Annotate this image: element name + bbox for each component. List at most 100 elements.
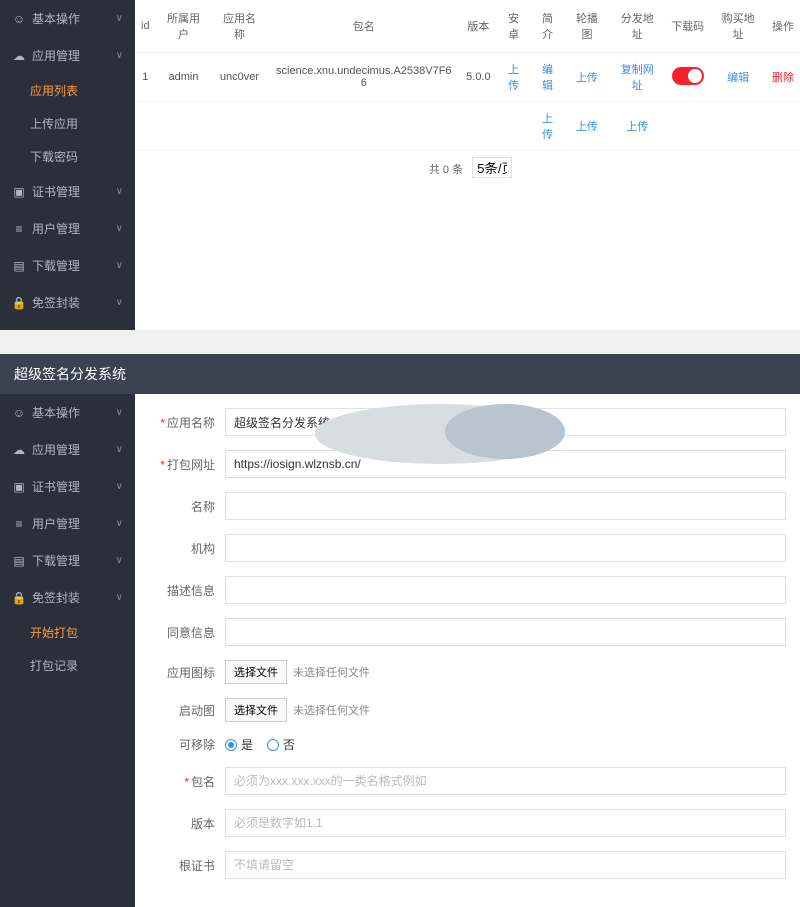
edit-intro-link[interactable]: 编辑	[542, 64, 553, 92]
chevron-down-icon: ∨	[116, 223, 123, 234]
file-hint-splash: 未选择任何文件	[293, 702, 370, 718]
panel2-header: 超级签名分发系统	[0, 354, 800, 394]
input-org[interactable]	[225, 534, 786, 562]
sidebar-item-user2[interactable]: ≡ 用户管理 ∨	[0, 505, 135, 542]
download-toggle[interactable]	[672, 67, 704, 85]
sidebar-item-label: 用户管理	[32, 220, 80, 237]
choose-file-icon-button[interactable]: 选择文件	[225, 660, 287, 684]
redaction-blob2	[445, 404, 565, 459]
download-icon: ▤	[12, 554, 26, 568]
sidebar-item-label: 证书管理	[32, 183, 80, 200]
cert-icon: ▣	[12, 185, 26, 199]
pager-size-input[interactable]	[472, 157, 512, 178]
sidebar-panel1: ☺ 基本操作 ∨ ☁ 应用管理 ∨ 应用列表 上传应用 下载密码 ▣ 证书管理 …	[0, 0, 135, 330]
radio-no[interactable]: 否	[267, 736, 295, 753]
table-content: id 所属用户 应用名称 包名 版本 安卓 简介 轮播图 分发地址 下载码 购买…	[135, 0, 800, 330]
file-hint-icon: 未选择任何文件	[293, 664, 370, 680]
pager-total: 共 0 条	[429, 164, 463, 176]
sidebar-item-basic2[interactable]: ☺ 基本操作 ∨	[0, 394, 135, 431]
extra-upload2[interactable]: 上传	[576, 121, 598, 133]
th-pkg: 包名	[267, 0, 460, 53]
input-name[interactable]	[225, 492, 786, 520]
list-icon: ≡	[12, 517, 26, 531]
th-ver: 版本	[460, 0, 496, 53]
chevron-down-icon: ∨	[116, 13, 123, 24]
sidebar-item-label: 应用管理	[32, 441, 80, 458]
sidebar-item-cert[interactable]: ▣ 证书管理 ∨	[0, 173, 135, 210]
chevron-down-icon: ∨	[116, 260, 123, 271]
sidebar-item-label: 免签封装	[32, 589, 80, 606]
list-icon: ≡	[12, 222, 26, 236]
radio-dot-icon	[267, 739, 279, 751]
delete-link[interactable]: 删除	[772, 72, 794, 84]
choose-file-splash-button[interactable]: 选择文件	[225, 698, 287, 722]
chevron-down-icon: ∨	[116, 186, 123, 197]
th-appname: 应用名称	[211, 0, 267, 53]
chevron-down-icon: ∨	[116, 444, 123, 455]
th-ops: 操作	[766, 0, 800, 53]
user-icon: ☺	[12, 12, 26, 26]
sidebar-item-sign2[interactable]: 🔒 免签封装 ∨	[0, 579, 135, 616]
label-splash: 启动图	[155, 702, 215, 719]
sidebar-item-label: 下载管理	[32, 552, 80, 569]
download-icon: ▤	[12, 259, 26, 273]
sidebar-item-basic[interactable]: ☺ 基本操作 ∨	[0, 0, 135, 37]
copy-dist-link[interactable]: 复制网址	[621, 64, 654, 92]
label-appicon: 应用图标	[155, 664, 215, 681]
sidebar-sub-startpack[interactable]: 开始打包	[0, 616, 135, 649]
sidebar-item-dl[interactable]: ▤ 下载管理 ∨	[0, 247, 135, 284]
user-icon: ☺	[12, 406, 26, 420]
pager: 共 0 条	[135, 151, 800, 184]
form-content: *应用名称 *打包网址 名称 机构 描述信息 同意信息 应用图标 选择文件 未选…	[135, 394, 800, 907]
input-pkg[interactable]	[225, 767, 786, 795]
input-cert[interactable]	[225, 851, 786, 879]
sidebar-item-label: 证书管理	[32, 478, 80, 495]
upload-android-link[interactable]: 上传	[508, 64, 519, 92]
sidebar-sub-applist[interactable]: 应用列表	[0, 74, 135, 107]
label-cert: 根证书	[155, 857, 215, 874]
th-user: 所属用户	[156, 0, 212, 53]
sidebar-item-label: 应用管理	[32, 47, 80, 64]
chevron-down-icon: ∨	[116, 50, 123, 61]
th-carousel: 轮播图	[565, 0, 610, 53]
input-agree[interactable]	[225, 618, 786, 646]
sidebar-item-sign[interactable]: 🔒 免签封装 ∨	[0, 284, 135, 321]
th-buy: 购买地址	[710, 0, 766, 53]
sidebar-item-label: 基本操作	[32, 404, 80, 421]
label-version: 版本	[155, 815, 215, 832]
sidebar-item-label: 下载管理	[32, 257, 80, 274]
label-appname: *应用名称	[155, 414, 215, 431]
input-version[interactable]	[225, 809, 786, 837]
radio-yes[interactable]: 是	[225, 736, 253, 753]
label-packurl: *打包网址	[155, 456, 215, 473]
upload-carousel-link[interactable]: 上传	[576, 72, 598, 84]
sidebar-item-app[interactable]: ☁ 应用管理 ∨	[0, 37, 135, 74]
label-desc: 描述信息	[155, 582, 215, 599]
sidebar-sub-upload[interactable]: 上传应用	[0, 107, 135, 140]
label-org: 机构	[155, 540, 215, 557]
extra-upload1[interactable]: 上传	[542, 113, 553, 141]
cloud-icon: ☁	[12, 443, 26, 457]
extra-upload3[interactable]: 上传	[626, 121, 648, 133]
radio-dot-icon	[225, 739, 237, 751]
cell-ver: 5.0.0	[460, 53, 496, 102]
sidebar-sub-dlpwd[interactable]: 下载密码	[0, 140, 135, 173]
input-desc[interactable]	[225, 576, 786, 604]
table-row: 1 admin unc0ver science.xnu.undecimus.A2…	[135, 53, 800, 102]
sidebar-item-label: 用户管理	[32, 515, 80, 532]
label-pkg: *包名	[155, 773, 215, 790]
sidebar-item-label: 基本操作	[32, 10, 80, 27]
chevron-down-icon: ∨	[116, 407, 123, 418]
sidebar-item-dl2[interactable]: ▤ 下载管理 ∨	[0, 542, 135, 579]
label-name: 名称	[155, 498, 215, 515]
edit-buy-link[interactable]: 编辑	[727, 72, 749, 84]
sidebar-item-user[interactable]: ≡ 用户管理 ∨	[0, 210, 135, 247]
cell-user: admin	[156, 53, 212, 102]
label-remove: 可移除	[155, 736, 215, 753]
sidebar-sub-packrecord[interactable]: 打包记录	[0, 649, 135, 682]
sidebar-item-app2[interactable]: ☁ 应用管理 ∨	[0, 431, 135, 468]
cell-id: 1	[135, 53, 156, 102]
cert-icon: ▣	[12, 480, 26, 494]
cell-appname: unc0ver	[211, 53, 267, 102]
sidebar-item-cert2[interactable]: ▣ 证书管理 ∨	[0, 468, 135, 505]
